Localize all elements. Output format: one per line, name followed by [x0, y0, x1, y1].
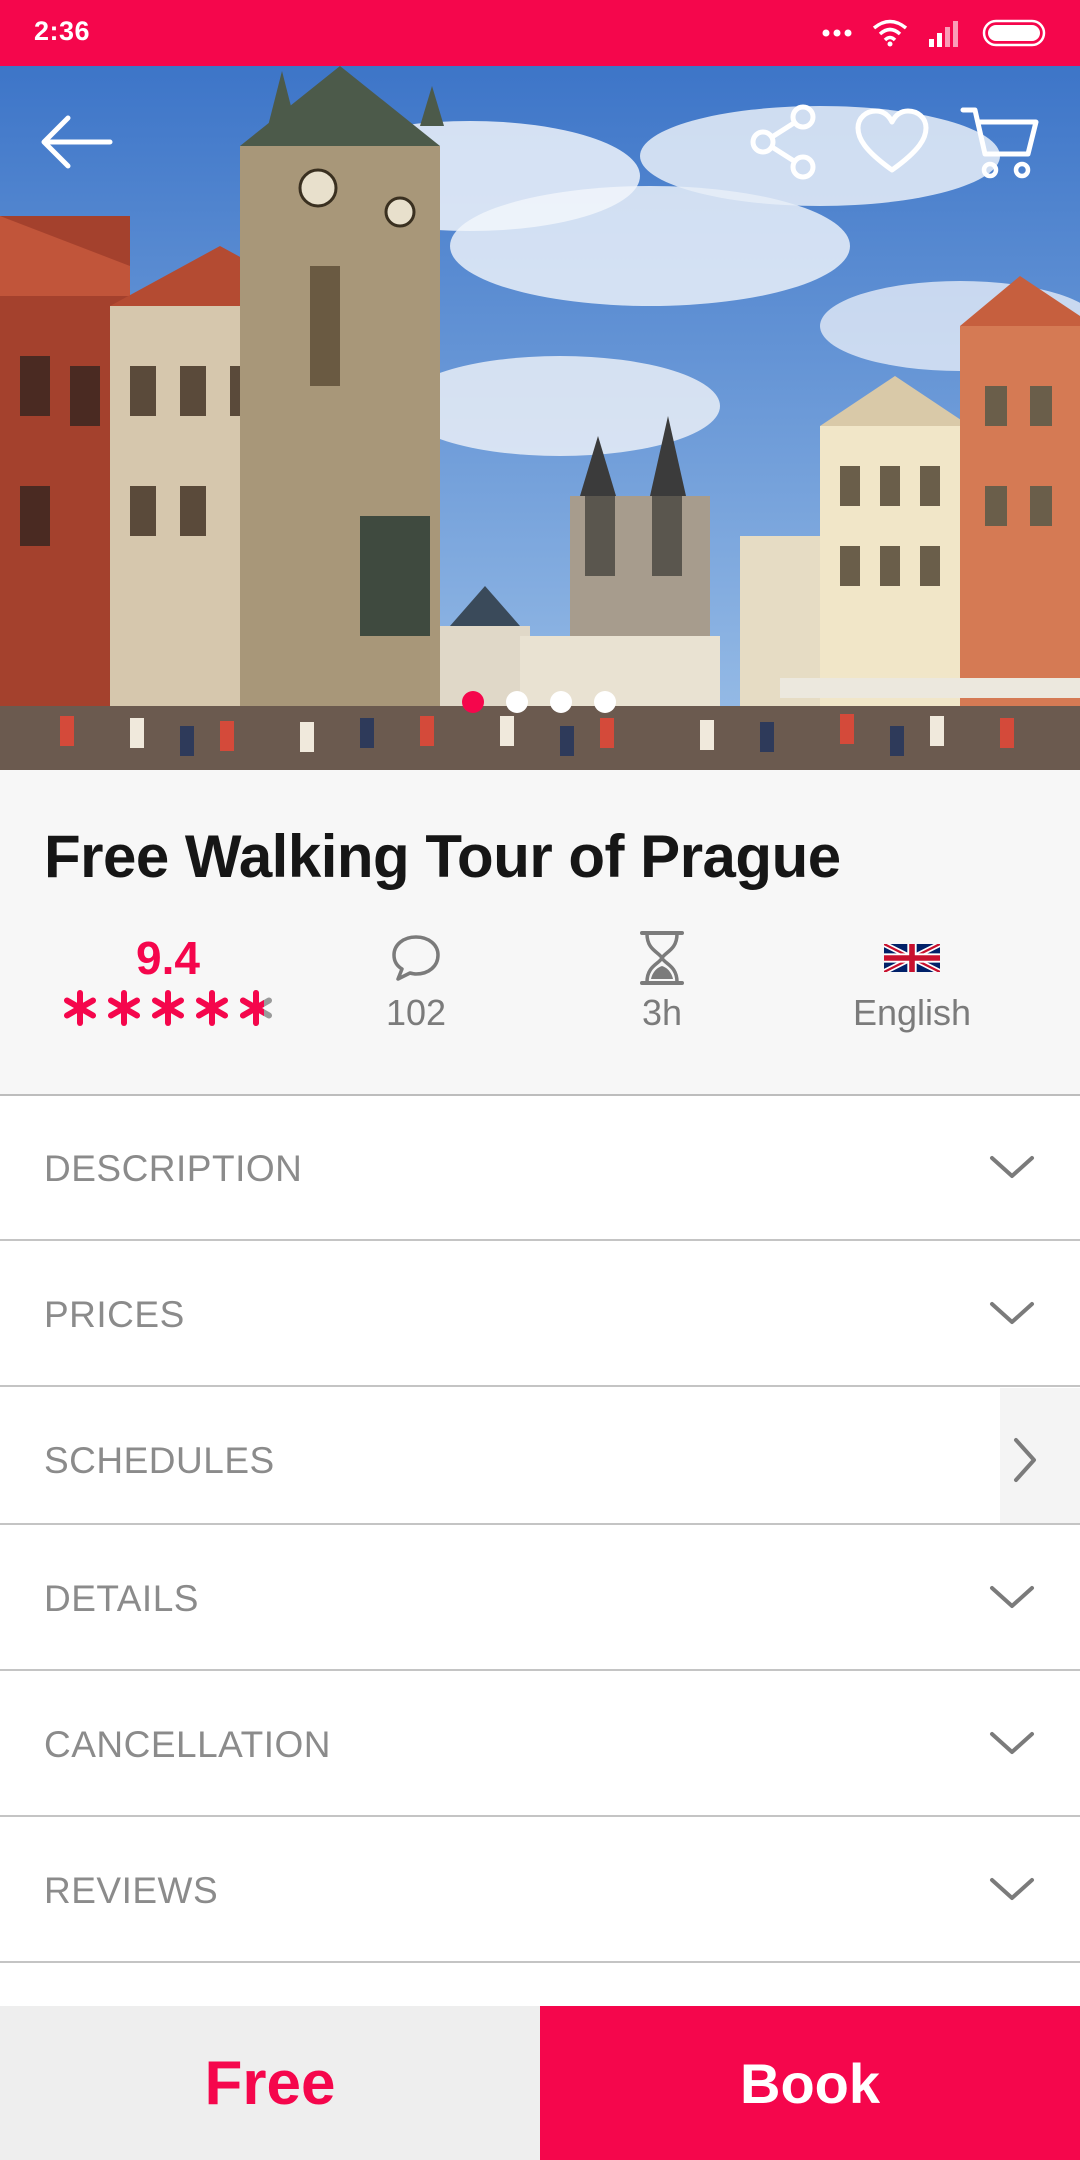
book-button[interactable]: Book [540, 2006, 1080, 2160]
reviews-count: 102 [385, 992, 447, 1033]
star-icon [108, 990, 140, 1026]
carousel-dots [462, 691, 616, 713]
section-label: DETAILS [44, 1578, 199, 1619]
tour-info-panel: Free Walking Tour of Prague 9.4 102 3h E… [0, 770, 1080, 1096]
star-icon [64, 990, 96, 1026]
chevron-down-icon [990, 1156, 1034, 1178]
rating-stat[interactable]: 9.4 [48, 930, 288, 1028]
chevron-down-icon [990, 1878, 1034, 1900]
more-dots-icon [822, 29, 852, 37]
battery-icon [982, 19, 1046, 47]
section-description[interactable]: DESCRIPTION [0, 1096, 1080, 1241]
language-stat: English [792, 930, 1032, 1034]
section-reviews[interactable]: REVIEWS [0, 1818, 1080, 1963]
star-icon [152, 990, 184, 1026]
status-icons [822, 16, 1048, 50]
uk-flag-icon [884, 944, 940, 972]
reviews-stat[interactable]: 102 [296, 930, 536, 1034]
signal-icon [929, 21, 958, 47]
star-rating [48, 988, 288, 1028]
duration-stat: 3h [542, 930, 782, 1034]
favorite-button[interactable] [852, 102, 932, 182]
section-prices[interactable]: PRICES [0, 1242, 1080, 1387]
section-cancellation[interactable]: CANCELLATION [0, 1672, 1080, 1817]
arrow-left-icon [41, 115, 113, 169]
section-label: REVIEWS [44, 1870, 219, 1911]
star-icon [196, 990, 228, 1026]
section-schedules[interactable]: SCHEDULES [0, 1388, 1080, 1525]
bottom-bar: Free Book [0, 2006, 1080, 2160]
language-value: English [852, 992, 972, 1033]
section-label: PRICES [44, 1294, 185, 1335]
chevron-down-icon [990, 1302, 1034, 1324]
share-icon [750, 104, 816, 180]
carousel-dot-3[interactable] [550, 691, 572, 713]
back-button[interactable] [36, 102, 116, 182]
section-label: SCHEDULES [44, 1440, 275, 1481]
cart-icon [960, 107, 1039, 179]
section-label: DESCRIPTION [44, 1148, 303, 1189]
partial-star-icon [240, 990, 272, 1026]
carousel-dot-2[interactable] [506, 691, 528, 713]
chevron-down-icon [990, 1732, 1034, 1754]
cart-button[interactable] [960, 102, 1040, 182]
duration-value: 3h [641, 992, 683, 1033]
hourglass-icon [640, 931, 684, 985]
share-button[interactable] [744, 102, 824, 182]
rating-value: 9.4 [136, 932, 200, 984]
hero-image[interactable] [0, 66, 1080, 770]
section-details[interactable]: DETAILS [0, 1526, 1080, 1671]
heart-icon [855, 108, 929, 173]
section-label: CANCELLATION [44, 1724, 331, 1765]
tour-title: Free Walking Tour of Prague [44, 823, 841, 890]
wifi-icon [872, 19, 908, 47]
status-time: 2:36 [34, 16, 91, 46]
chevron-down-icon [990, 1586, 1034, 1608]
comment-icon [392, 935, 440, 981]
chevron-right-icon [1014, 1438, 1036, 1482]
carousel-dot-1[interactable] [462, 691, 484, 713]
price-label: Free [0, 2006, 540, 2160]
carousel-dot-4[interactable] [594, 691, 616, 713]
status-bar: 2:36 [0, 0, 1080, 66]
